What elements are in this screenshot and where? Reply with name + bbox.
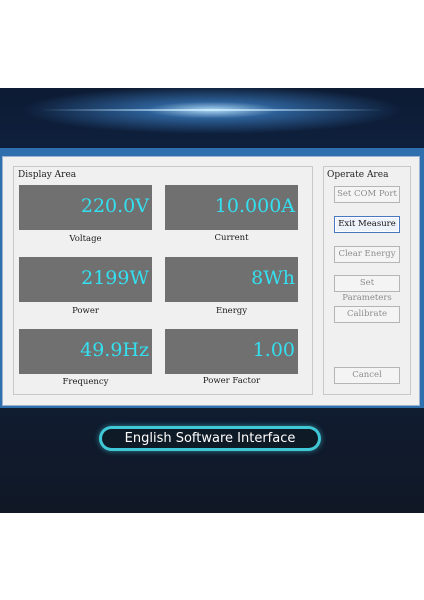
exit-measure-button[interactable]: Exit Measure (334, 216, 400, 233)
display-area-title: Display Area (16, 170, 79, 180)
frequency-label: Frequency (62, 377, 109, 387)
calibrate-button[interactable]: Calibrate (334, 306, 400, 323)
energy-label: Energy (215, 306, 248, 316)
frequency-display: 49.9Hz (19, 329, 152, 374)
current-display: 10.000A (165, 185, 298, 230)
power-display: 2199W (19, 257, 152, 302)
cancel-button[interactable]: Cancel (334, 367, 400, 384)
power-factor-label: Power Factor (202, 376, 261, 386)
set-parameters-button[interactable]: Set Parameters (334, 275, 400, 303)
set-com-port-button[interactable]: Set COM Port (334, 186, 400, 203)
app-window: Display Area 220.0V Voltage 10.000A Curr… (0, 148, 424, 408)
light-streak (40, 109, 384, 111)
clear-energy-button[interactable]: Clear Energy (334, 246, 400, 263)
window-client-area: Display Area 220.0V Voltage 10.000A Curr… (2, 156, 420, 406)
power-label: Power (72, 306, 99, 316)
caption-text: English Software Interface (102, 429, 318, 448)
energy-display: 8Wh (165, 257, 298, 302)
operate-area-title: Operate Area (325, 170, 391, 180)
power-factor-display: 1.00 (165, 329, 298, 374)
voltage-label: Voltage (69, 234, 102, 244)
current-label: Current (214, 233, 249, 243)
voltage-display: 220.0V (19, 185, 152, 230)
caption-pill: English Software Interface (99, 426, 321, 451)
